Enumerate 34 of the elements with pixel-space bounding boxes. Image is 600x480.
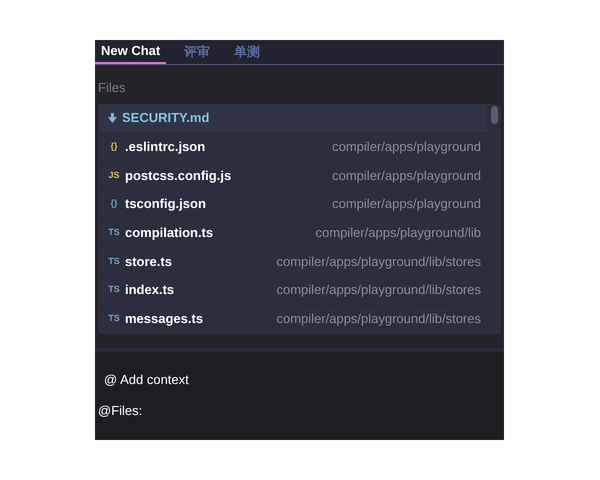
file-name: messages.ts bbox=[125, 310, 204, 328]
file-name: tsconfig.json bbox=[125, 195, 206, 214]
file-name: .eslintrc.json bbox=[125, 138, 206, 156]
file-type-icon: TS bbox=[108, 226, 120, 240]
file-name: postcss.config.js bbox=[125, 166, 232, 185]
files-heading: Files bbox=[98, 79, 126, 97]
file-item[interactable]: TS index.ts compiler/apps/playground/lib/stores bbox=[98, 275, 487, 304]
file-name: compilation.ts bbox=[125, 224, 214, 242]
file-item[interactable]: TS store.ts compiler/apps/playground/lib/stores bbox=[98, 246, 487, 276]
file-path: compiler/apps/playground/lib bbox=[316, 224, 481, 242]
file-type-icon: {} bbox=[108, 197, 120, 211]
file-item[interactable]: {} .eslintrc.json compiler/apps/playground bbox=[98, 132, 487, 161]
file-type-icon: TS bbox=[108, 283, 120, 297]
add-context-button[interactable]: @ Add context bbox=[98, 368, 195, 391]
scrollbar-thumb[interactable] bbox=[491, 106, 498, 124]
file-path: compiler/apps/playground bbox=[332, 138, 481, 156]
chat-input-field[interactable]: @Files: bbox=[98, 401, 501, 420]
file-type-icon: TS bbox=[108, 312, 120, 326]
file-path: compiler/apps/playground/lib/stores bbox=[276, 310, 481, 328]
file-type-icon: JS bbox=[108, 168, 120, 182]
file-type-icon: TS bbox=[108, 254, 120, 268]
file-path: compiler/apps/playground bbox=[332, 195, 481, 214]
file-path: compiler/apps/playground/lib/stores bbox=[276, 252, 481, 271]
file-item[interactable]: SECURITY.md bbox=[98, 104, 487, 132]
file-path: compiler/apps/playground/lib/stores bbox=[276, 281, 481, 300]
file-item[interactable]: TS compilation.ts compiler/apps/playground/lib bbox=[98, 218, 487, 246]
file-name: SECURITY.md bbox=[122, 109, 210, 128]
file-name: store.ts bbox=[125, 252, 172, 271]
file-name: index.ts bbox=[125, 281, 174, 300]
file-item[interactable]: TS messages.ts compiler/apps/playground/lib/stores bbox=[98, 304, 487, 332]
file-item[interactable]: {} tsconfig.json compiler/apps/playground bbox=[98, 189, 487, 218]
file-path: compiler/apps/playground bbox=[332, 166, 481, 185]
file-type-icon: {} bbox=[108, 140, 120, 154]
file-item[interactable]: JS postcss.config.js compiler/apps/playground bbox=[98, 160, 487, 190]
